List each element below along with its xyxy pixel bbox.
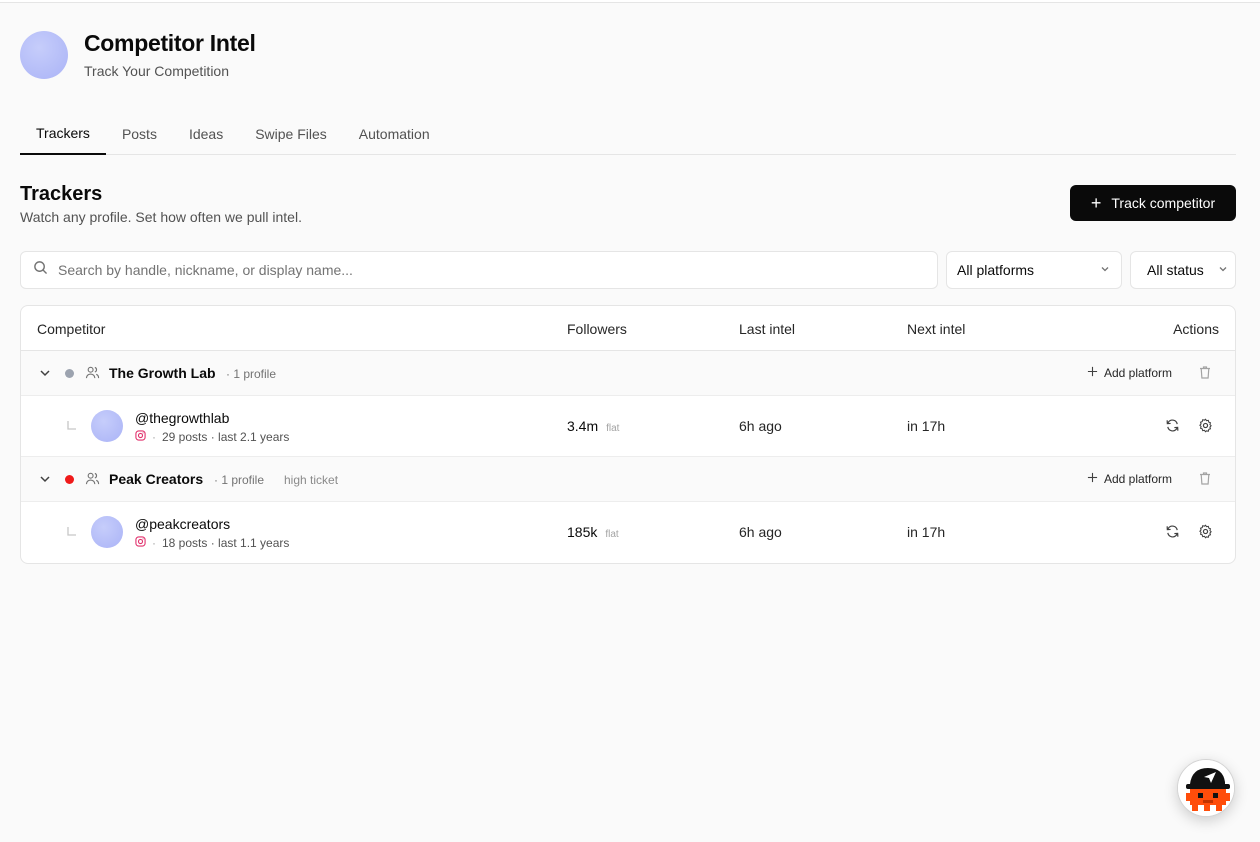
status-dot	[65, 475, 74, 484]
status-select[interactable]: All status	[1130, 251, 1236, 289]
profile-row[interactable]: @thegrowthlab · 29 posts · last 2.1 year…	[21, 396, 1235, 457]
instagram-icon	[135, 536, 146, 550]
followers-trend: flat	[605, 529, 619, 540]
group-name: The Growth Lab	[109, 365, 216, 381]
followers-cell: 3.4m flat	[567, 418, 619, 436]
trash-icon[interactable]	[1198, 365, 1212, 380]
section-subtitle: Watch any profile. Set how often we pull…	[20, 209, 302, 225]
tab-posts[interactable]: Posts	[106, 112, 173, 155]
chat-widget-button[interactable]	[1177, 759, 1235, 817]
trackers-table: Competitor Followers Last intel Next int…	[20, 305, 1236, 564]
followers-cell: 185k flat	[567, 524, 619, 542]
mascot-icon	[1178, 760, 1234, 816]
tab-bar: Trackers Posts Ideas Swipe Files Automat…	[20, 112, 1236, 155]
avatar	[91, 516, 123, 548]
search-icon	[33, 260, 48, 280]
tab-automation[interactable]: Automation	[343, 112, 446, 155]
next-intel: in 17h	[907, 524, 946, 540]
profile-handle[interactable]: @thegrowthlab	[135, 410, 229, 426]
last-intel: 6h ago	[739, 418, 782, 434]
add-platform-label: Add platform	[1104, 472, 1173, 486]
tab-swipe-files[interactable]: Swipe Files	[239, 112, 343, 155]
column-actions: Actions	[1173, 321, 1219, 337]
add-platform-label: Add platform	[1104, 366, 1173, 380]
profile-stats: 29 posts · last 2.1 years	[162, 430, 290, 444]
track-competitor-button[interactable]: + Track competitor	[1070, 185, 1236, 221]
platform-select-value: All platforms	[957, 262, 1035, 278]
trash-icon[interactable]	[1198, 471, 1212, 486]
gear-icon[interactable]	[1198, 418, 1213, 433]
followers-count: 3.4m	[567, 418, 599, 434]
plus-icon	[1087, 472, 1098, 486]
table-header: Competitor Followers Last intel Next int…	[21, 306, 1235, 351]
search-box	[20, 251, 938, 289]
app-title: Competitor Intel	[84, 30, 256, 56]
track-competitor-label: Track competitor	[1111, 195, 1216, 211]
gear-icon[interactable]	[1198, 524, 1213, 539]
refresh-icon[interactable]	[1165, 524, 1180, 539]
followers-trend: flat	[606, 423, 620, 434]
app-subtitle: Track Your Competition	[84, 63, 229, 79]
chevron-down-icon	[1099, 262, 1111, 278]
users-icon	[85, 365, 100, 385]
refresh-icon[interactable]	[1165, 418, 1180, 433]
column-next-intel: Next intel	[907, 321, 966, 337]
group-row: Peak Creators · 1 profile high ticket Ad…	[21, 457, 1235, 502]
profile-stats: 18 posts · last 1.1 years	[162, 536, 290, 550]
column-followers: Followers	[567, 321, 627, 337]
instagram-icon	[135, 430, 146, 444]
app-title-block: Competitor Intel Track Your Competition	[84, 30, 256, 79]
status-dot	[65, 369, 74, 378]
search-input[interactable]	[58, 262, 918, 278]
tab-ideas[interactable]: Ideas	[173, 112, 239, 155]
column-last-intel: Last intel	[739, 321, 796, 337]
chevron-down-icon[interactable]	[38, 472, 52, 486]
app-header: Competitor Intel Track Your Competition	[20, 30, 256, 79]
top-border	[0, 0, 1260, 3]
add-platform-button[interactable]: Add platform	[1087, 472, 1172, 486]
plus-icon: +	[1090, 193, 1102, 213]
users-icon	[85, 471, 100, 491]
avatar	[91, 410, 123, 442]
meta-separator: ·	[152, 430, 156, 444]
profile-meta: · 18 posts · last 1.1 years	[135, 536, 289, 550]
plus-icon	[1087, 366, 1098, 380]
group-tag: high ticket	[284, 473, 339, 487]
group-profile-count: · 1 profile	[226, 367, 277, 381]
status-select-value: All status	[1147, 262, 1204, 278]
group-name: Peak Creators	[109, 471, 204, 487]
tree-branch-icon	[67, 524, 77, 542]
section-title: Trackers	[20, 183, 103, 205]
chevron-down-icon	[1217, 262, 1229, 278]
column-competitor: Competitor	[37, 321, 106, 337]
followers-count: 185k	[567, 524, 598, 540]
app-avatar	[20, 30, 68, 79]
tab-trackers[interactable]: Trackers	[20, 112, 106, 155]
next-intel: in 17h	[907, 418, 946, 434]
chevron-down-icon[interactable]	[38, 366, 52, 380]
profile-row[interactable]: @peakcreators · 18 posts · last 1.1 year…	[21, 502, 1235, 563]
group-row: The Growth Lab · 1 profile Add platform	[21, 351, 1235, 396]
profile-meta: · 29 posts · last 2.1 years	[135, 430, 289, 444]
last-intel: 6h ago	[739, 524, 782, 540]
profile-handle[interactable]: @peakcreators	[135, 516, 230, 532]
meta-separator: ·	[152, 536, 156, 550]
add-platform-button[interactable]: Add platform	[1087, 366, 1172, 380]
platform-select[interactable]: All platforms	[946, 251, 1122, 289]
tree-branch-icon	[67, 418, 77, 436]
group-profile-count: · 1 profile	[214, 473, 265, 487]
